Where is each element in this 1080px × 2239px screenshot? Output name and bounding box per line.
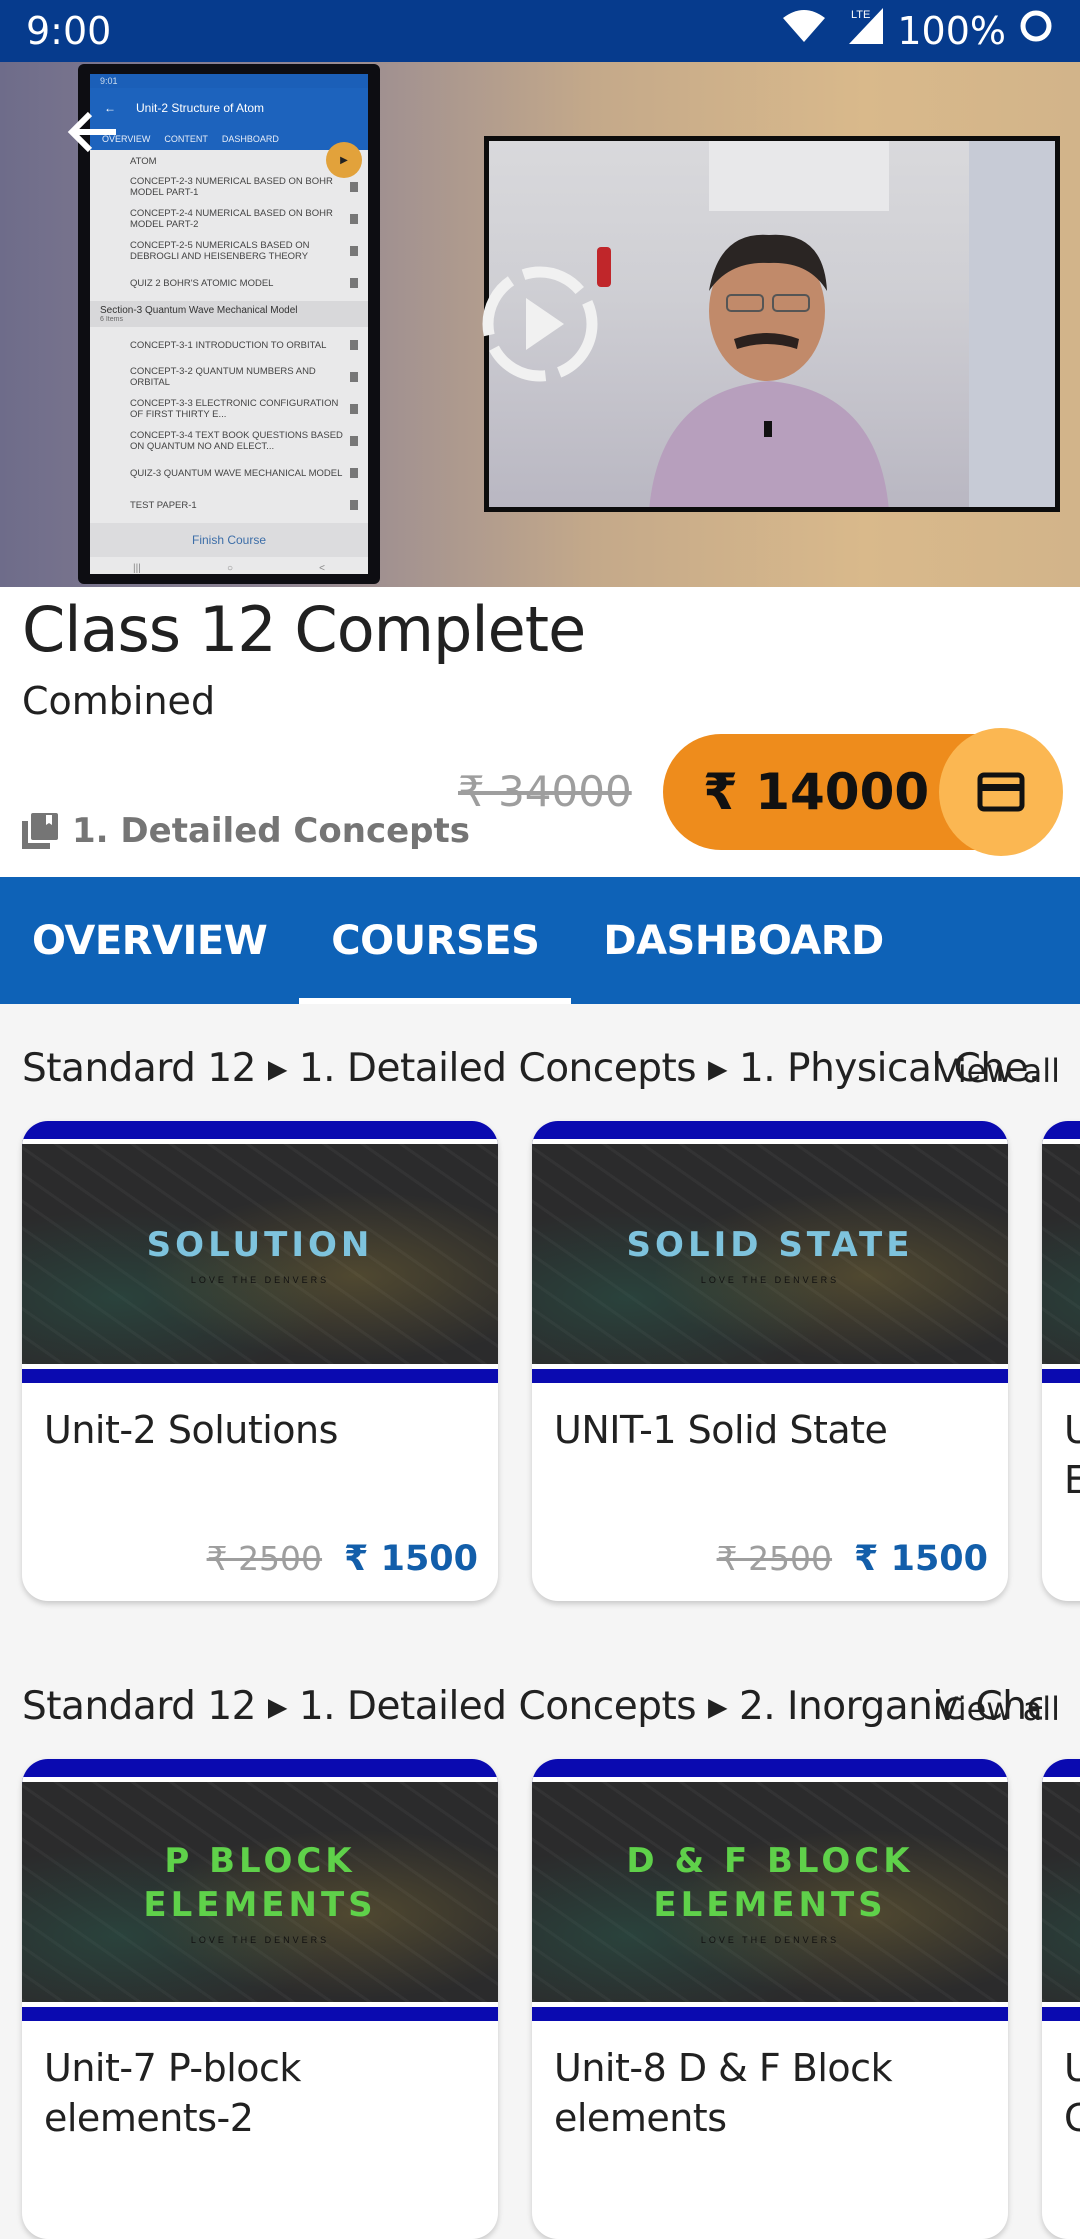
embedded-tabs: OVERVIEW CONTENT DASHBOARD (90, 128, 368, 150)
view-all-link[interactable]: View all (937, 1690, 1061, 1728)
course-sale-price: ₹ 1500 (344, 1539, 478, 1579)
status-time: 9:00 (26, 9, 112, 53)
course-card-partial[interactable]: U E (1042, 1121, 1080, 1601)
embedded-list-item: CONCEPT-3-2 QUANTUM NUMBERS AND ORBITAL (90, 361, 368, 393)
view-all-link[interactable]: View all (937, 1052, 1061, 1090)
course-title: Class 12 Complete (22, 593, 586, 666)
embedded-play-fab: ▶ (326, 142, 362, 178)
course-subtitle: Combined (22, 679, 216, 723)
instructor (649, 234, 889, 507)
lte-signal-icon: LTE (839, 6, 885, 56)
embedded-phone-screenshot: 9:01 ← Unit-2 Structure of Atom OVERVIEW … (78, 64, 380, 584)
embedded-list-item: CONCEPT-2-3 NUMERICAL BASED ON BOHR MODE… (90, 171, 368, 203)
course-thumbnail (1042, 1121, 1080, 1383)
section-breadcrumb: Standard 12 ▸ 1. Detailed Concepts ▸ 2. … (22, 1684, 1042, 1729)
library-books-icon (22, 813, 58, 849)
course-name: UNIT-1 Solid State (554, 1408, 888, 1452)
thumbnail-tagline: LOVE THE DENVERS (190, 1935, 330, 1945)
course-sale-price: ₹ 1500 (854, 1539, 988, 1579)
battery-saver-icon (1018, 8, 1054, 54)
course-thumbnail: P BLOCK ELEMENTS LOVE THE DENVERS (22, 1759, 498, 2021)
tab-overview[interactable]: OVERVIEW (0, 877, 299, 1004)
embedded-list-item: CONCEPT-2-4 NUMERICAL BASED ON BOHR MODE… (90, 203, 368, 235)
course-name: U E (1064, 1408, 1080, 1502)
embedded-nav-bar: ||| ○ < (133, 563, 325, 574)
course-card[interactable]: SOLUTION LOVE THE DENVERS Unit-2 Solutio… (22, 1121, 498, 1601)
course-thumbnail: SOLID STATE LOVE THE DENVERS (532, 1121, 1008, 1383)
thumbnail-label: P BLOCK ELEMENTS (143, 1841, 377, 1925)
wall-panel (969, 141, 1055, 507)
embedded-appbar: ← Unit-2 Structure of Atom (90, 88, 368, 128)
course-preview-video[interactable]: 9:01 ← Unit-2 Structure of Atom OVERVIEW … (0, 62, 1080, 587)
course-category: 1. Detailed Concepts (22, 811, 470, 851)
embedded-list-item: QUIZ 2 BOHR'S ATOMIC MODEL (90, 267, 368, 299)
embedded-section-header: Section-3 Quantum Wave Mechanical Model … (90, 301, 368, 327)
course-card-partial[interactable]: U C (1042, 1759, 1080, 2239)
back-arrow-icon[interactable] (66, 110, 118, 154)
embedded-list-item: CONCEPT-3-4 TEXT BOOK QUESTIONS BASED ON… (90, 425, 368, 457)
embedded-title: Unit-2 Structure of Atom (136, 101, 265, 115)
course-original-price: ₹ 2500 (206, 1539, 323, 1578)
buy-icon-button[interactable] (939, 728, 1063, 856)
course-carousel[interactable]: P BLOCK ELEMENTS LOVE THE DENVERS Unit-7… (0, 1759, 1080, 2239)
embedded-list-item: CONCEPT-3-1 INTRODUCTION TO ORBITAL (90, 329, 368, 361)
course-info: Class 12 Complete Combined 1. Detailed C… (0, 587, 1080, 877)
battery-percent: 100% (897, 9, 1006, 53)
tab-bar: OVERVIEW COURSES DASHBOARD (0, 877, 1080, 1004)
course-prices: ₹ 2500 ₹ 1500 (717, 1539, 988, 1579)
play-icon[interactable] (478, 262, 602, 386)
course-thumbnail: SOLUTION LOVE THE DENVERS (22, 1121, 498, 1383)
embedded-list-item: CONCEPT-2-5 NUMERICALS BASED ON DEBROGLI… (90, 235, 368, 267)
section-header: Standard 12 ▸ 1. Detailed Concepts ▸ 2. … (0, 1678, 1080, 1738)
thumbnail-label: SOLUTION (146, 1225, 374, 1265)
status-bar: 9:00 LTE 100% (0, 0, 1080, 62)
thumbnail-tagline: LOVE THE DENVERS (700, 1275, 840, 1285)
course-name: U C (1064, 2046, 1080, 2140)
original-price: ₹ 34000 (458, 767, 632, 816)
svg-text:LTE: LTE (851, 9, 870, 21)
embedded-time: 9:01 (90, 74, 368, 88)
course-thumbnail (1042, 1759, 1080, 2021)
credit-card-icon (977, 772, 1025, 812)
section-breadcrumb: Standard 12 ▸ 1. Detailed Concepts ▸ 1. … (22, 1046, 1042, 1091)
embedded-list-item: CONCEPT-3-3 ELECTRONIC CONFIGURATION OF … (90, 393, 368, 425)
course-card[interactable]: D & F BLOCK ELEMENTS LOVE THE DENVERS Un… (532, 1759, 1008, 2239)
thumbnail-label: D & F BLOCK ELEMENTS (626, 1841, 914, 1925)
tab-courses[interactable]: COURSES (299, 877, 572, 1004)
course-name: Unit-2 Solutions (44, 1408, 338, 1452)
course-thumbnail: D & F BLOCK ELEMENTS LOVE THE DENVERS (532, 1759, 1008, 2021)
course-card[interactable]: P BLOCK ELEMENTS LOVE THE DENVERS Unit-7… (22, 1759, 498, 2239)
course-original-price: ₹ 2500 (716, 1539, 833, 1578)
wifi-icon (781, 8, 827, 54)
embedded-list-item: TEST PAPER-1 (90, 489, 368, 521)
embedded-tab: CONTENT (164, 134, 208, 144)
course-category-label: 1. Detailed Concepts (72, 811, 470, 851)
course-card[interactable]: SOLID STATE LOVE THE DENVERS UNIT-1 Soli… (532, 1121, 1008, 1601)
course-prices: ₹ 2500 ₹ 1500 (207, 1539, 478, 1579)
embedded-list-item: QUIZ-3 QUANTUM WAVE MECHANICAL MODEL (90, 457, 368, 489)
course-name: Unit-8 D & F Block elements (554, 2046, 893, 2140)
embedded-finish-course: Finish Course (90, 523, 368, 557)
thumbnail-tagline: LOVE THE DENVERS (700, 1935, 840, 1945)
embedded-tab: DASHBOARD (221, 134, 279, 144)
buy-button[interactable]: ₹ 14000 (663, 728, 1063, 856)
course-carousel[interactable]: SOLUTION LOVE THE DENVERS Unit-2 Solutio… (0, 1121, 1080, 1601)
course-name: Unit-7 P-block elements-2 (44, 2046, 301, 2140)
tab-dashboard[interactable]: DASHBOARD (571, 877, 915, 1004)
section-header: Standard 12 ▸ 1. Detailed Concepts ▸ 1. … (0, 1040, 1080, 1100)
cabinet (709, 141, 889, 211)
thumbnail-label: SOLID STATE (626, 1225, 914, 1265)
thumbnail-tagline: LOVE THE DENVERS (190, 1275, 330, 1285)
